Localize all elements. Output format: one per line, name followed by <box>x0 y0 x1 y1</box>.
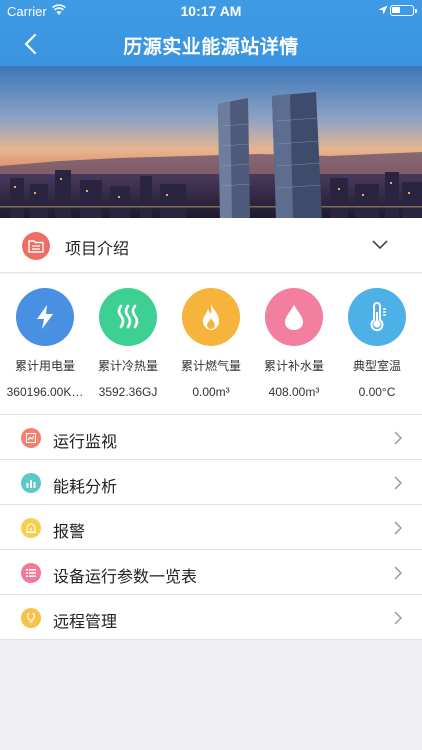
page-title: 历源实业能源站详情 <box>123 37 299 58</box>
menu-item-label: 运行监视 <box>53 434 118 451</box>
stat-gas[interactable]: 累计燃气量 0.00m³ <box>169 274 253 415</box>
menu-item-label: 能耗分析 <box>53 479 118 496</box>
battery-icon <box>390 5 417 16</box>
clock: 10:17 AM <box>180 3 242 19</box>
location-arrow-icon <box>378 5 388 15</box>
stat-value: 3592.36GJ <box>98 385 158 399</box>
stat-name: 累计补水量 <box>263 359 324 373</box>
bulb-icon <box>21 608 41 628</box>
menu-item-label: 远程管理 <box>53 614 118 631</box>
stat-name: 累计冷热量 <box>97 359 158 373</box>
monitor-chart-icon <box>21 428 41 448</box>
stat-room-temp[interactable]: 典型室温 0.00°C <box>335 274 419 415</box>
menu-item-label: 报警 <box>53 524 86 541</box>
bar-chart-icon <box>21 473 41 493</box>
stat-name: 累计用电量 <box>14 359 75 373</box>
chevron-right-icon <box>394 566 402 580</box>
project-intro-row[interactable]: 项目介绍 <box>0 218 422 273</box>
function-menu: 运行监视 能耗分析 报警 设备运行参数一览表 远程管理 <box>0 415 422 640</box>
stat-water[interactable]: 累计补水量 408.00m³ <box>252 274 336 415</box>
alarm-icon <box>21 518 41 538</box>
stat-value: 0.00m³ <box>192 385 230 399</box>
menu-item-energy-analysis[interactable]: 能耗分析 <box>0 460 422 505</box>
chevron-right-icon <box>394 521 402 535</box>
banner-image <box>0 66 422 218</box>
stat-value: 0.00°C <box>358 385 396 399</box>
flame-icon <box>182 288 240 346</box>
folder-list-icon <box>22 232 50 260</box>
chevron-right-icon <box>394 611 402 625</box>
stat-value: 360196.00K… <box>6 385 84 399</box>
chevron-down-icon <box>372 240 388 250</box>
stat-value: 408.00m³ <box>268 385 320 399</box>
nav-bar: 历源实业能源站详情 <box>0 22 422 66</box>
menu-item-monitoring[interactable]: 运行监视 <box>0 415 422 460</box>
status-bar: Carrier 10:17 AM <box>0 0 422 22</box>
water-drop-icon <box>265 288 323 346</box>
thermometer-icon <box>348 288 406 346</box>
chevron-right-icon <box>394 431 402 445</box>
stat-heat[interactable]: 累计冷热量 3592.36GJ <box>86 274 170 415</box>
chevron-right-icon <box>394 476 402 490</box>
menu-item-label: 设备运行参数一览表 <box>53 569 198 586</box>
stat-electricity[interactable]: 累计用电量 360196.00K… <box>3 274 87 415</box>
menu-item-equipment-params[interactable]: 设备运行参数一览表 <box>0 550 422 595</box>
stat-name: 累计燃气量 <box>180 359 241 373</box>
menu-item-remote-management[interactable]: 远程管理 <box>0 595 422 640</box>
stat-name: 典型室温 <box>352 359 401 373</box>
app-header: Carrier 10:17 AM 历源实业能源站详情 <box>0 0 422 66</box>
heat-waves-icon <box>99 288 157 346</box>
project-intro-label: 项目介绍 <box>65 241 130 258</box>
lightning-icon <box>16 288 74 346</box>
list-icon <box>21 563 41 583</box>
stats-panel: 累计用电量 360196.00K… 累计冷热量 3592.36GJ 累计燃气量 … <box>0 274 422 415</box>
menu-item-alarm[interactable]: 报警 <box>0 505 422 550</box>
